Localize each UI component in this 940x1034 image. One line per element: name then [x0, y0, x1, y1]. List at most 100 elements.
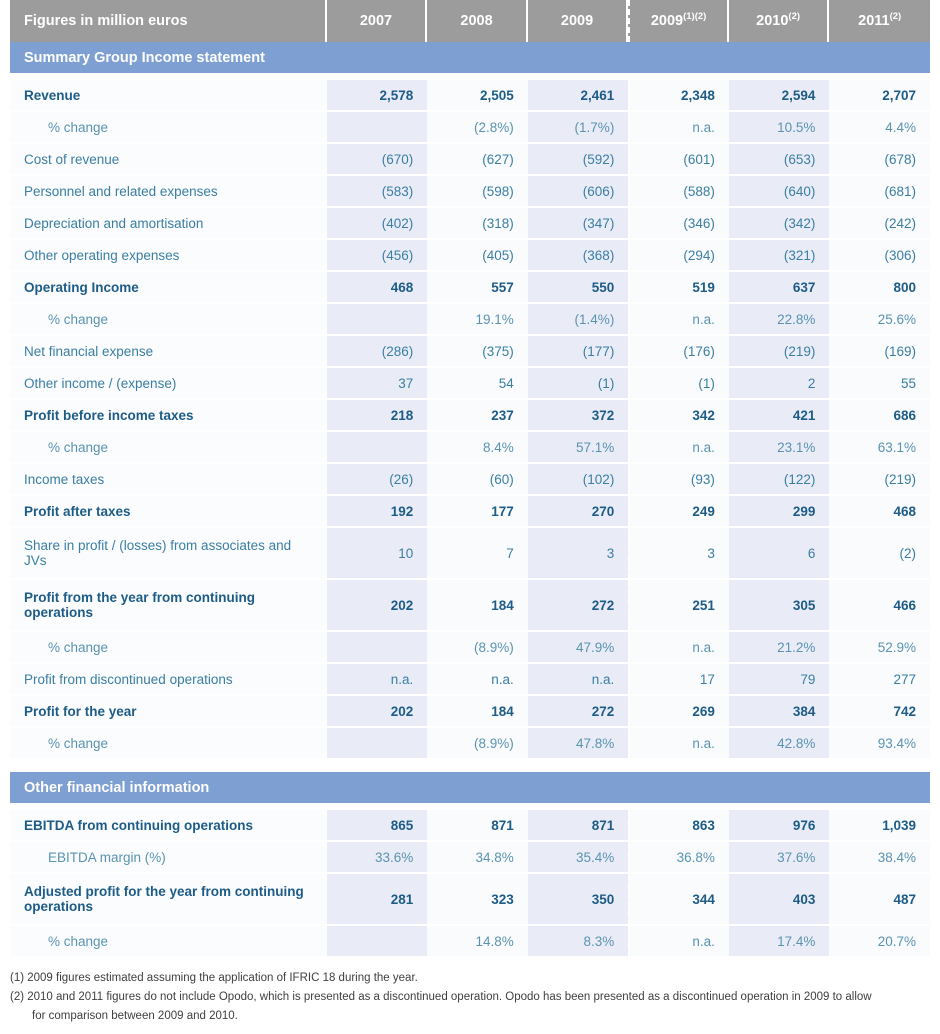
row-value: (588): [628, 176, 729, 208]
row-value: n.a.: [628, 728, 729, 760]
row-value: 38.4%: [829, 842, 930, 874]
row-value: 863: [628, 810, 729, 842]
row-value: 305: [728, 580, 830, 632]
row-value: 272: [527, 696, 629, 728]
row-value: 57.1%: [527, 432, 629, 464]
header-year-text: 2007: [359, 13, 393, 29]
row-value: (169): [829, 336, 930, 368]
row-value: n.a.: [628, 112, 729, 144]
header-year-sup: (2): [788, 11, 801, 23]
row-value: 550: [527, 272, 629, 304]
row-value: 218: [326, 400, 428, 432]
row-value: 871: [427, 810, 528, 842]
row-value: 237: [427, 400, 528, 432]
row-value: (601): [628, 144, 729, 176]
header-cell-2008: 2008: [427, 0, 528, 42]
row-value: (177): [527, 336, 629, 368]
footnote-2: (2) 2010 and 2011 figures do not include…: [10, 990, 872, 1003]
table-body: Summary Group Income statement Revenue 2,5…: [10, 42, 930, 958]
section-title-row: Other financial information: [10, 772, 930, 805]
row-label: Personnel and related expenses: [10, 176, 327, 208]
row-value: 184: [427, 580, 528, 632]
footnotes: (1) 2009 figures estimated assuming the …: [10, 970, 930, 1025]
table-row: Personnel and related expenses (583) (598)…: [10, 176, 930, 208]
row-value: 865: [326, 810, 428, 842]
row-value: [326, 926, 428, 958]
row-value: 2,348: [628, 80, 729, 112]
table-row: Profit for the year 202 184 272 269 384 742: [10, 696, 930, 728]
row-value: 184: [427, 696, 528, 728]
row-value: (606): [527, 176, 629, 208]
row-label: Income taxes: [10, 464, 327, 496]
row-value: 2: [728, 368, 830, 400]
row-value: 42.8%: [728, 728, 830, 760]
row-value: (219): [728, 336, 830, 368]
row-label: Depreciation and amortisation: [10, 208, 327, 240]
row-value: [326, 728, 428, 760]
row-value: 6: [728, 528, 830, 580]
row-value: 4.4%: [829, 112, 930, 144]
table-row: EBITDA from continuing operations 865 871 8…: [10, 810, 930, 842]
financial-table-page: Figures in million euros 2007 2008 2009 …: [0, 0, 940, 1034]
row-value: 63.1%: [829, 432, 930, 464]
row-value: 8.4%: [427, 432, 528, 464]
header-year-text: 2009: [560, 13, 594, 29]
row-value: 34.8%: [427, 842, 528, 874]
row-value: 403: [728, 874, 830, 926]
row-value: 202: [326, 696, 428, 728]
row-value: 54: [427, 368, 528, 400]
row-value: 350: [527, 874, 629, 926]
row-value: (321): [728, 240, 830, 272]
row-value: n.a.: [628, 926, 729, 958]
row-value: 177: [427, 496, 528, 528]
row-value: (93): [628, 464, 729, 496]
header-year-text: 2008: [460, 13, 493, 29]
row-value: 342: [628, 400, 729, 432]
row-value: (346): [628, 208, 729, 240]
table-header: Figures in million euros 2007 2008 2009 …: [10, 0, 930, 42]
row-label: EBITDA margin (%): [10, 842, 327, 874]
row-label: % change: [10, 632, 327, 664]
row-label: % change: [10, 112, 327, 144]
row-value: 269: [628, 696, 729, 728]
row-value: 2,707: [829, 80, 930, 112]
row-value: (583): [326, 176, 428, 208]
row-value: 519: [628, 272, 729, 304]
header-year-text: 2010: [756, 13, 789, 29]
row-value: (2.8%): [427, 112, 528, 144]
row-value: 21.2%: [728, 632, 830, 664]
row-value: 976: [728, 810, 830, 842]
row-value: 17: [628, 664, 729, 696]
row-label: % change: [10, 432, 327, 464]
row-value: n.a.: [628, 632, 729, 664]
row-value: 637: [728, 272, 830, 304]
row-value: (318): [427, 208, 528, 240]
row-value: 23.1%: [728, 432, 830, 464]
table-row: % change (8.9%) 47.8% n.a. 42.8% 93.4%: [10, 728, 930, 760]
row-label: Profit from the year from continuing ope…: [10, 580, 327, 632]
row-value: 1,039: [829, 810, 930, 842]
row-value: 487: [829, 874, 930, 926]
row-label: Operating Income: [10, 272, 327, 304]
row-value: (402): [326, 208, 428, 240]
row-value: 251: [628, 580, 729, 632]
table-row: % change 8.4% 57.1% n.a. 23.1% 63.1%: [10, 432, 930, 464]
footnote-1: (1) 2009 figures estimated assuming the …: [10, 972, 418, 984]
row-value: (1.4%): [527, 304, 629, 336]
row-value: 25.6%: [829, 304, 930, 336]
row-label: Cost of revenue: [10, 144, 327, 176]
row-label: Other operating expenses: [10, 240, 327, 272]
row-value: 421: [728, 400, 830, 432]
row-value: 93.4%: [829, 728, 930, 760]
row-value: (1): [527, 368, 629, 400]
table-row: % change (8.9%) 47.9% n.a. 21.2% 52.9%: [10, 632, 930, 664]
row-value: 37.6%: [728, 842, 830, 874]
row-value: 323: [427, 874, 528, 926]
row-label: % change: [10, 304, 327, 336]
row-label: Share in profit / (losses) from associat…: [10, 528, 327, 580]
row-value: 47.9%: [527, 632, 629, 664]
row-value: 272: [527, 580, 629, 632]
table-row: Profit from discontinued operations n.a. n…: [10, 664, 930, 696]
row-value: 33.6%: [326, 842, 428, 874]
header-cell-2011: 2011(2): [829, 0, 930, 42]
